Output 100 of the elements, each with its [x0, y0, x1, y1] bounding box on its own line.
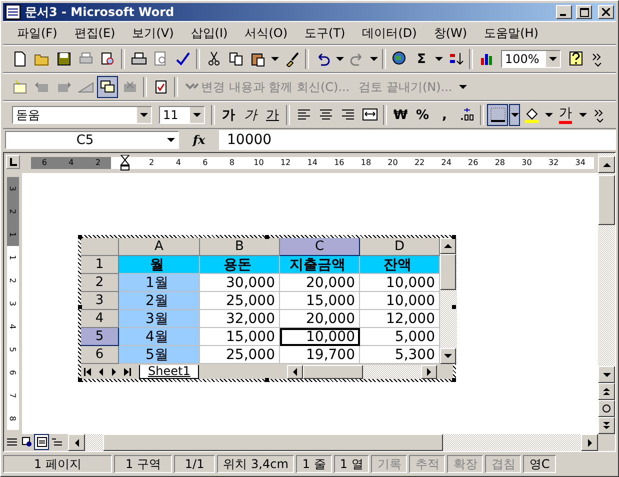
- double-up-arrow-icon: [602, 387, 611, 396]
- scroll-up-button[interactable]: [598, 156, 615, 173]
- row-header[interactable]: 5: [81, 328, 119, 346]
- scroll-thumb[interactable]: [440, 254, 456, 290]
- table-cell: 10,000: [360, 274, 440, 292]
- paint-bucket-icon: [524, 107, 540, 123]
- toolbar-button[interactable]: %: [412, 104, 433, 126]
- next-page-button[interactable]: [598, 417, 615, 434]
- ruler-number: 22: [406, 157, 433, 169]
- column-header[interactable]: D: [360, 238, 440, 256]
- tab-stop-button[interactable]: [6, 155, 20, 169]
- ruler-number: 32: [540, 157, 567, 169]
- toolbar-button[interactable]: ,: [434, 104, 455, 126]
- close-button[interactable]: [598, 5, 614, 19]
- scroll-down-button[interactable]: [598, 366, 615, 383]
- status-item: 1 줄: [296, 455, 332, 473]
- left-tab-icon: [9, 158, 17, 166]
- previous-page-button[interactable]: [598, 383, 615, 400]
- ruler-number: 26: [460, 157, 487, 169]
- font-size-field[interactable]: 11: [159, 106, 205, 124]
- toolbar-button[interactable]: [487, 104, 508, 126]
- menu-item[interactable]: 도움말(H): [476, 22, 546, 44]
- font-field[interactable]: 돋움: [12, 106, 152, 124]
- menu-item[interactable]: 창(W): [426, 22, 476, 44]
- ruler-number: 34: [566, 157, 594, 169]
- row-header[interactable]: 3: [81, 292, 119, 310]
- menu-item[interactable]: 데이터(D): [354, 22, 425, 44]
- window-title: 문서3 - Microsoft Word: [25, 4, 176, 20]
- column-header[interactable]: B: [200, 238, 280, 256]
- column-header[interactable]: C: [280, 238, 360, 256]
- ruler-number: 24: [432, 157, 460, 169]
- italic-button[interactable]: 가: [240, 104, 261, 126]
- first-arrow-icon: [84, 368, 92, 376]
- menu-item[interactable]: 삽입(I): [182, 22, 236, 44]
- reviewing-pane-icon: [100, 79, 116, 95]
- delete-comment-icon: [122, 79, 138, 95]
- scroll-right-button[interactable]: [421, 364, 437, 378]
- column-header[interactable]: A: [119, 238, 200, 256]
- scissors-icon: [206, 51, 222, 67]
- embedded-spreadsheet[interactable]: A B C D 1 월 용돈 지출금액 잔액 2 1월 30,000 20,000 10,000 3 2월 25,000 15,000 10,000 4 3월 32,000 20,000 12,000 5 4월 15,000 10,000 5,000 6 5월 25,000 19,700 5,300 Sheet1: [78, 235, 456, 382]
- sort-icon: [448, 51, 464, 67]
- right-arrow-icon: [424, 366, 434, 376]
- down-arrow-icon: [335, 54, 344, 64]
- down-arrow-icon: [139, 110, 149, 120]
- down-arrow-icon: [458, 82, 468, 92]
- toolbar-button[interactable]: ₩: [390, 104, 411, 126]
- scroll-left-button[interactable]: [68, 434, 85, 451]
- menu-item[interactable]: 서식(O): [236, 22, 296, 44]
- maximize-button[interactable]: [576, 5, 592, 19]
- function-label[interactable]: fx: [179, 133, 219, 147]
- print-layout-button[interactable]: [34, 434, 49, 450]
- font-color-button[interactable]: 가: [555, 104, 576, 126]
- scroll-thumb[interactable]: [598, 175, 615, 225]
- scroll-right-button[interactable]: [581, 434, 598, 451]
- scroll-up-button[interactable]: [440, 238, 456, 254]
- minimize-button[interactable]: [556, 5, 572, 19]
- table-cell: 10,000: [280, 328, 360, 346]
- name-box[interactable]: C5: [5, 131, 179, 149]
- menu-item[interactable]: 보기(V): [124, 22, 182, 44]
- clipboard-check-icon: [152, 79, 168, 95]
- row-header[interactable]: 2: [81, 274, 119, 292]
- bar-chart-icon: [478, 51, 494, 67]
- table-cell: 잔액: [360, 256, 440, 274]
- scroll-down-button[interactable]: [440, 348, 456, 364]
- menu-item[interactable]: 도구(T): [296, 22, 354, 44]
- zoom-field[interactable]: 100%: [501, 50, 561, 68]
- scroll-left-button[interactable]: [287, 364, 303, 378]
- table-cell: 32,000: [200, 310, 280, 328]
- ruler-number: 5: [7, 338, 19, 361]
- sheet-tab[interactable]: Sheet1: [139, 364, 200, 378]
- status-item: 1 페이지: [3, 455, 112, 473]
- ruler-number: 4: [164, 157, 192, 169]
- toolbar-button[interactable]: Σ: [411, 48, 432, 70]
- bold-button[interactable]: 가: [218, 104, 239, 126]
- row-header[interactable]: 4: [81, 310, 119, 328]
- select-all-corner[interactable]: [81, 238, 119, 256]
- indent-marker-icon[interactable]: [120, 155, 130, 171]
- ruler-number: 8: [218, 157, 246, 169]
- table-cell: 25,000: [200, 292, 280, 310]
- clipboard-icon: [250, 51, 266, 67]
- table-cell: 20,000: [280, 310, 360, 328]
- status-item: 1 구역: [114, 455, 172, 473]
- scroll-thumb[interactable]: [103, 434, 443, 451]
- table-cell: 5월: [119, 346, 200, 364]
- row-header[interactable]: 6: [81, 346, 119, 364]
- underline-button[interactable]: 가: [262, 104, 283, 126]
- table-cell: 25,000: [200, 346, 280, 364]
- ruler-number: 7: [7, 384, 19, 407]
- formula-field[interactable]: 10000: [219, 130, 616, 150]
- status-item: 추적: [409, 455, 446, 473]
- first-sheet-button[interactable]: [81, 365, 94, 378]
- ruler-number: 6: [31, 157, 58, 169]
- ruler-number: 6: [7, 361, 19, 384]
- scroll-thumb[interactable]: [303, 364, 363, 378]
- toolbar-button[interactable]: [97, 76, 118, 98]
- menu-item[interactable]: 편집(E): [66, 22, 124, 44]
- row-header[interactable]: 1: [81, 256, 119, 274]
- browse-object-button[interactable]: [598, 400, 615, 417]
- menu-item[interactable]: 파일(F): [9, 22, 66, 44]
- ruler-number: 16: [326, 157, 353, 169]
